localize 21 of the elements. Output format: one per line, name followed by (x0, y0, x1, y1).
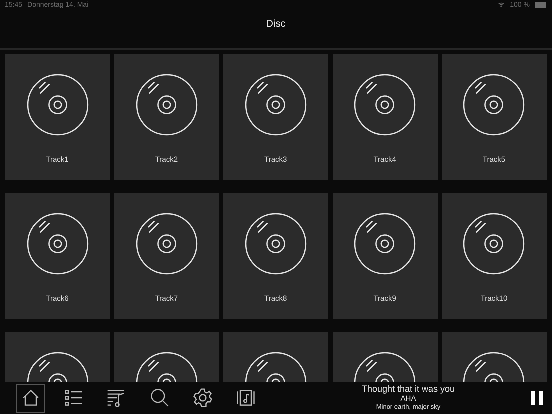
battery-icon (535, 2, 547, 8)
disc-icon (136, 74, 198, 136)
disc-icon (244, 213, 307, 275)
disc-icon (26, 213, 88, 275)
pause-icon (531, 391, 543, 405)
disc-icon (244, 74, 307, 136)
home-tab[interactable] (16, 384, 45, 412)
disc-icon (463, 74, 526, 136)
disc-icon (26, 74, 88, 136)
playlist-icon (106, 387, 128, 409)
page-title: Disc (265, 18, 287, 32)
settings-icon (192, 387, 214, 409)
wifi-icon (498, 2, 506, 8)
disc-icon (354, 213, 416, 275)
music-album-icon (234, 387, 256, 409)
disc-icon (354, 74, 416, 136)
list-icon (62, 387, 84, 409)
search-icon (148, 387, 170, 409)
track-title: Thought that it was you (362, 385, 456, 396)
disc-icon (463, 213, 526, 275)
disc-icon (136, 213, 198, 275)
